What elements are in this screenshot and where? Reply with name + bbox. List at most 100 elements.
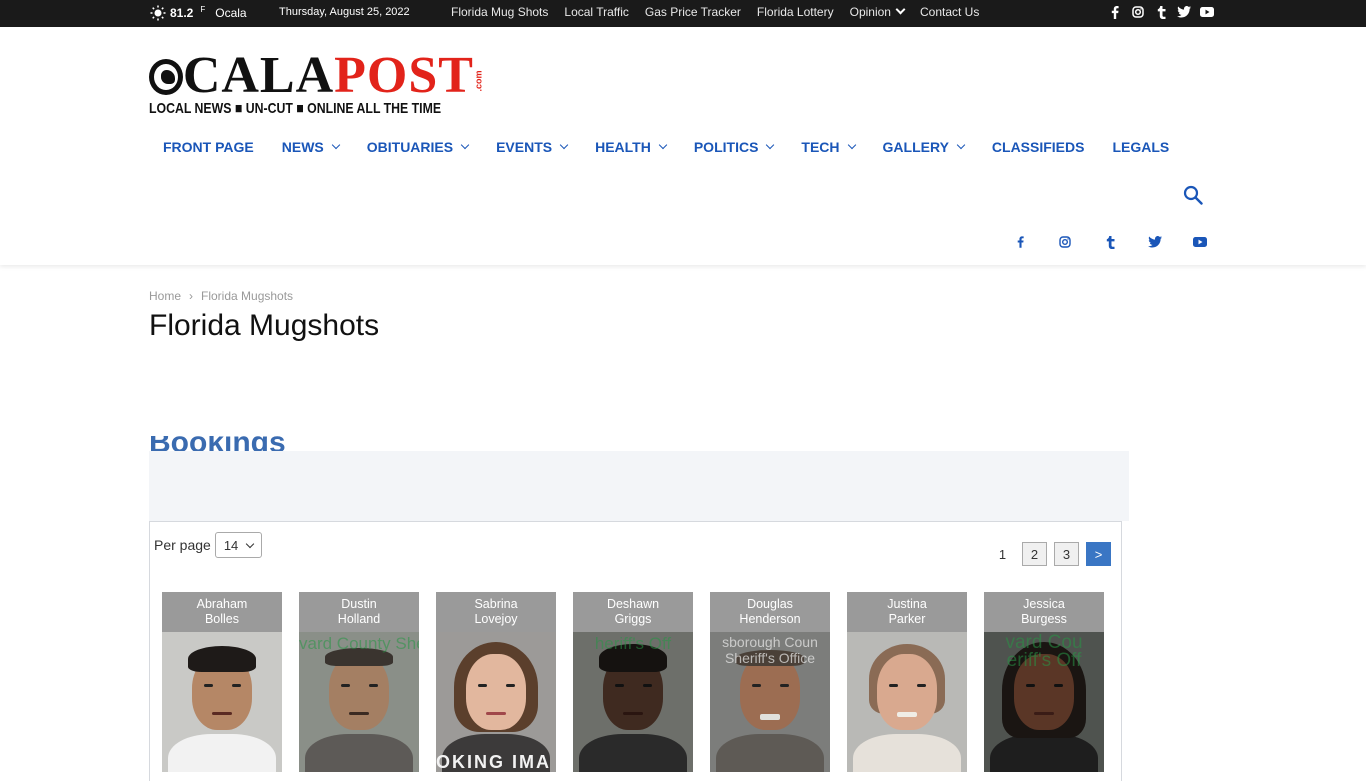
mugshot-last-name: Bolles [204, 612, 240, 626]
mugshot-last-name: Holland [337, 612, 381, 626]
instagram-icon[interactable] [1058, 235, 1072, 249]
mugshot-photo: vard County Sheriff's Offi [299, 632, 419, 772]
facebook-icon[interactable] [1013, 235, 1027, 249]
twitter-icon[interactable] [1148, 235, 1162, 249]
nav-item-health[interactable]: HEALTH [595, 139, 668, 155]
mugshot-name: Jessica Burgess [984, 592, 1104, 632]
per-page-select[interactable]: 14 [214, 532, 262, 558]
logo-wordmark: CALA POST .com [149, 47, 489, 104]
header-social-links [1013, 235, 1207, 249]
nav-item-classifieds[interactable]: CLASSIFIEDS [992, 139, 1085, 155]
mugshot-name: Dustin Holland [299, 592, 419, 632]
mugshot-card[interactable]: Abraham Bolles [162, 592, 282, 772]
chevron-down-icon [658, 140, 668, 150]
chevron-down-icon [331, 140, 340, 150]
top-link-florida-mug-shots[interactable]: Florida Mug Shots [451, 5, 548, 19]
tumblr-icon[interactable] [1154, 5, 1168, 19]
nav-item-events[interactable]: EVENTS [496, 139, 569, 155]
mugshot-first-name: Douglas [747, 597, 793, 611]
youtube-icon[interactable] [1193, 235, 1207, 249]
chevron-down-icon [559, 140, 569, 150]
bookings-heading: Bookings [149, 436, 286, 451]
chevron-down-icon [895, 4, 906, 15]
facebook-icon[interactable] [1108, 5, 1122, 19]
mugshot-last-name: Parker [888, 612, 926, 626]
top-link-gas-price-tracker[interactable]: Gas Price Tracker [645, 5, 741, 19]
mugshot-photo [162, 632, 282, 772]
twitter-icon[interactable] [1177, 5, 1191, 19]
mugshot-first-name: Dustin [341, 597, 377, 611]
mugshot-name: Douglas Henderson [710, 592, 830, 632]
mugshot-name: Deshawn Griggs [573, 592, 693, 632]
top-social-links [1108, 5, 1214, 19]
top-links: Florida Mug Shots Local Traffic Gas Pric… [451, 4, 979, 19]
instagram-icon[interactable] [1131, 5, 1145, 19]
top-link-opinion-label: Opinion [849, 5, 891, 19]
breadcrumb-current: Florida Mugshots [201, 289, 294, 303]
top-bar: 81.2 F Ocala Thursday, August 25, 2022 F… [0, 0, 1366, 27]
mugshot-card[interactable]: DustinHolland vard County Sheriff's Offi [299, 592, 419, 772]
top-link-opinion[interactable]: Opinion [849, 4, 906, 19]
nav-item-politics[interactable]: POLITICS [694, 139, 775, 155]
site-logo[interactable]: CALA POST .com LOCAL NEWS ■ UN-CUT ■ ONL… [149, 47, 489, 118]
mugshot-watermark: heriff's Off [594, 634, 672, 653]
pagination: 1 2 3 > [990, 542, 1111, 566]
nav-item-news[interactable]: NEWS [281, 139, 340, 155]
mugshot-card[interactable]: Justina Parker [847, 592, 967, 772]
nav-item-obituaries[interactable]: OBITUARIES [367, 139, 470, 155]
mugshot-watermark: vard County Sheriff's Offi [299, 634, 419, 653]
top-link-local-traffic[interactable]: Local Traffic [564, 5, 628, 19]
nav-item-label: NEWS [281, 139, 324, 155]
per-page-label: Per page [154, 537, 211, 553]
chevron-down-icon [460, 140, 470, 150]
mugshot-photo: heriff's Off [573, 632, 693, 772]
mugshot-photo: sborough Coun Sheriff's Office [710, 632, 830, 772]
breadcrumb-home[interactable]: Home [149, 289, 181, 303]
top-link-contact-us[interactable]: Contact Us [920, 5, 979, 19]
logo-domain: .com [473, 70, 484, 92]
nav-item-gallery[interactable]: GALLERY [882, 139, 966, 155]
nav-item-label: FRONT PAGE [163, 139, 254, 155]
temperature-unit: F [200, 4, 206, 14]
mugshot-name: Sabrina Lovejoy [436, 592, 556, 632]
sun-icon [150, 5, 166, 21]
chevron-down-icon [847, 140, 856, 150]
pagination-next-button[interactable]: > [1086, 542, 1111, 566]
mugshot-first-name: Justina [887, 597, 927, 611]
nav-item-label: HEALTH [595, 139, 651, 155]
logo-tagline: LOCAL NEWS ■ UN-CUT ■ ONLINE ALL THE TIM… [149, 100, 442, 117]
per-page-control: Per page 14 [154, 532, 262, 558]
mugshot-card[interactable]: Deshawn Griggs heriff's Off [573, 592, 693, 772]
search-icon[interactable] [1183, 185, 1203, 205]
nav-item-legals[interactable]: LEGALS [1112, 139, 1169, 155]
site-header: CALA POST .com LOCAL NEWS ■ UN-CUT ■ ONL… [0, 27, 1366, 265]
mugshot-last-name: Lovejoy [474, 612, 518, 626]
nav-item-label: CLASSIFIEDS [991, 139, 1085, 155]
mugshot-watermark: sborough Coun Sheriff's Office [722, 634, 818, 666]
nav-item-tech[interactable]: TECH [801, 139, 856, 155]
nav-item-label: GALLERY [882, 139, 949, 155]
chevron-down-icon [766, 140, 775, 150]
per-page-value: 14 [223, 537, 239, 553]
mugshot-card[interactable]: Jessica Burgess vard Cou eriff's Off [984, 592, 1104, 772]
pagination-current-page: 1 [998, 546, 1007, 562]
nav-item-label: EVENTS [496, 139, 553, 155]
mugshot-photo: vard Cou eriff's Off [984, 632, 1104, 772]
mugshot-last-name: Burgess [1021, 612, 1067, 626]
tumblr-icon[interactable] [1103, 235, 1117, 249]
top-link-florida-lottery[interactable]: Florida Lottery [757, 5, 834, 19]
mugshot-card[interactable]: Douglas Henderson sborough Coun Sheriff's… [710, 592, 830, 772]
youtube-icon[interactable] [1200, 5, 1214, 19]
weather-city: Ocala [215, 6, 247, 20]
mugshot-card[interactable]: Sabrina Lovejoy OKING IMA [436, 592, 556, 772]
mugshot-first-name: Sabrina [474, 597, 518, 611]
mugshot-name: Abraham Bolles [162, 592, 282, 632]
pagination-page-3[interactable]: 3 [1054, 542, 1079, 566]
mugshot-last-name: Griggs [614, 612, 652, 626]
mugshot-photo [847, 632, 967, 772]
logo-word-post: POST [334, 47, 474, 104]
pagination-page-2[interactable]: 2 [1022, 542, 1047, 566]
mugshot-first-name: Abraham [196, 597, 248, 611]
nav-item-front-page[interactable]: FRONT PAGE [163, 139, 254, 155]
mugshot-last-name: Henderson [739, 612, 801, 626]
